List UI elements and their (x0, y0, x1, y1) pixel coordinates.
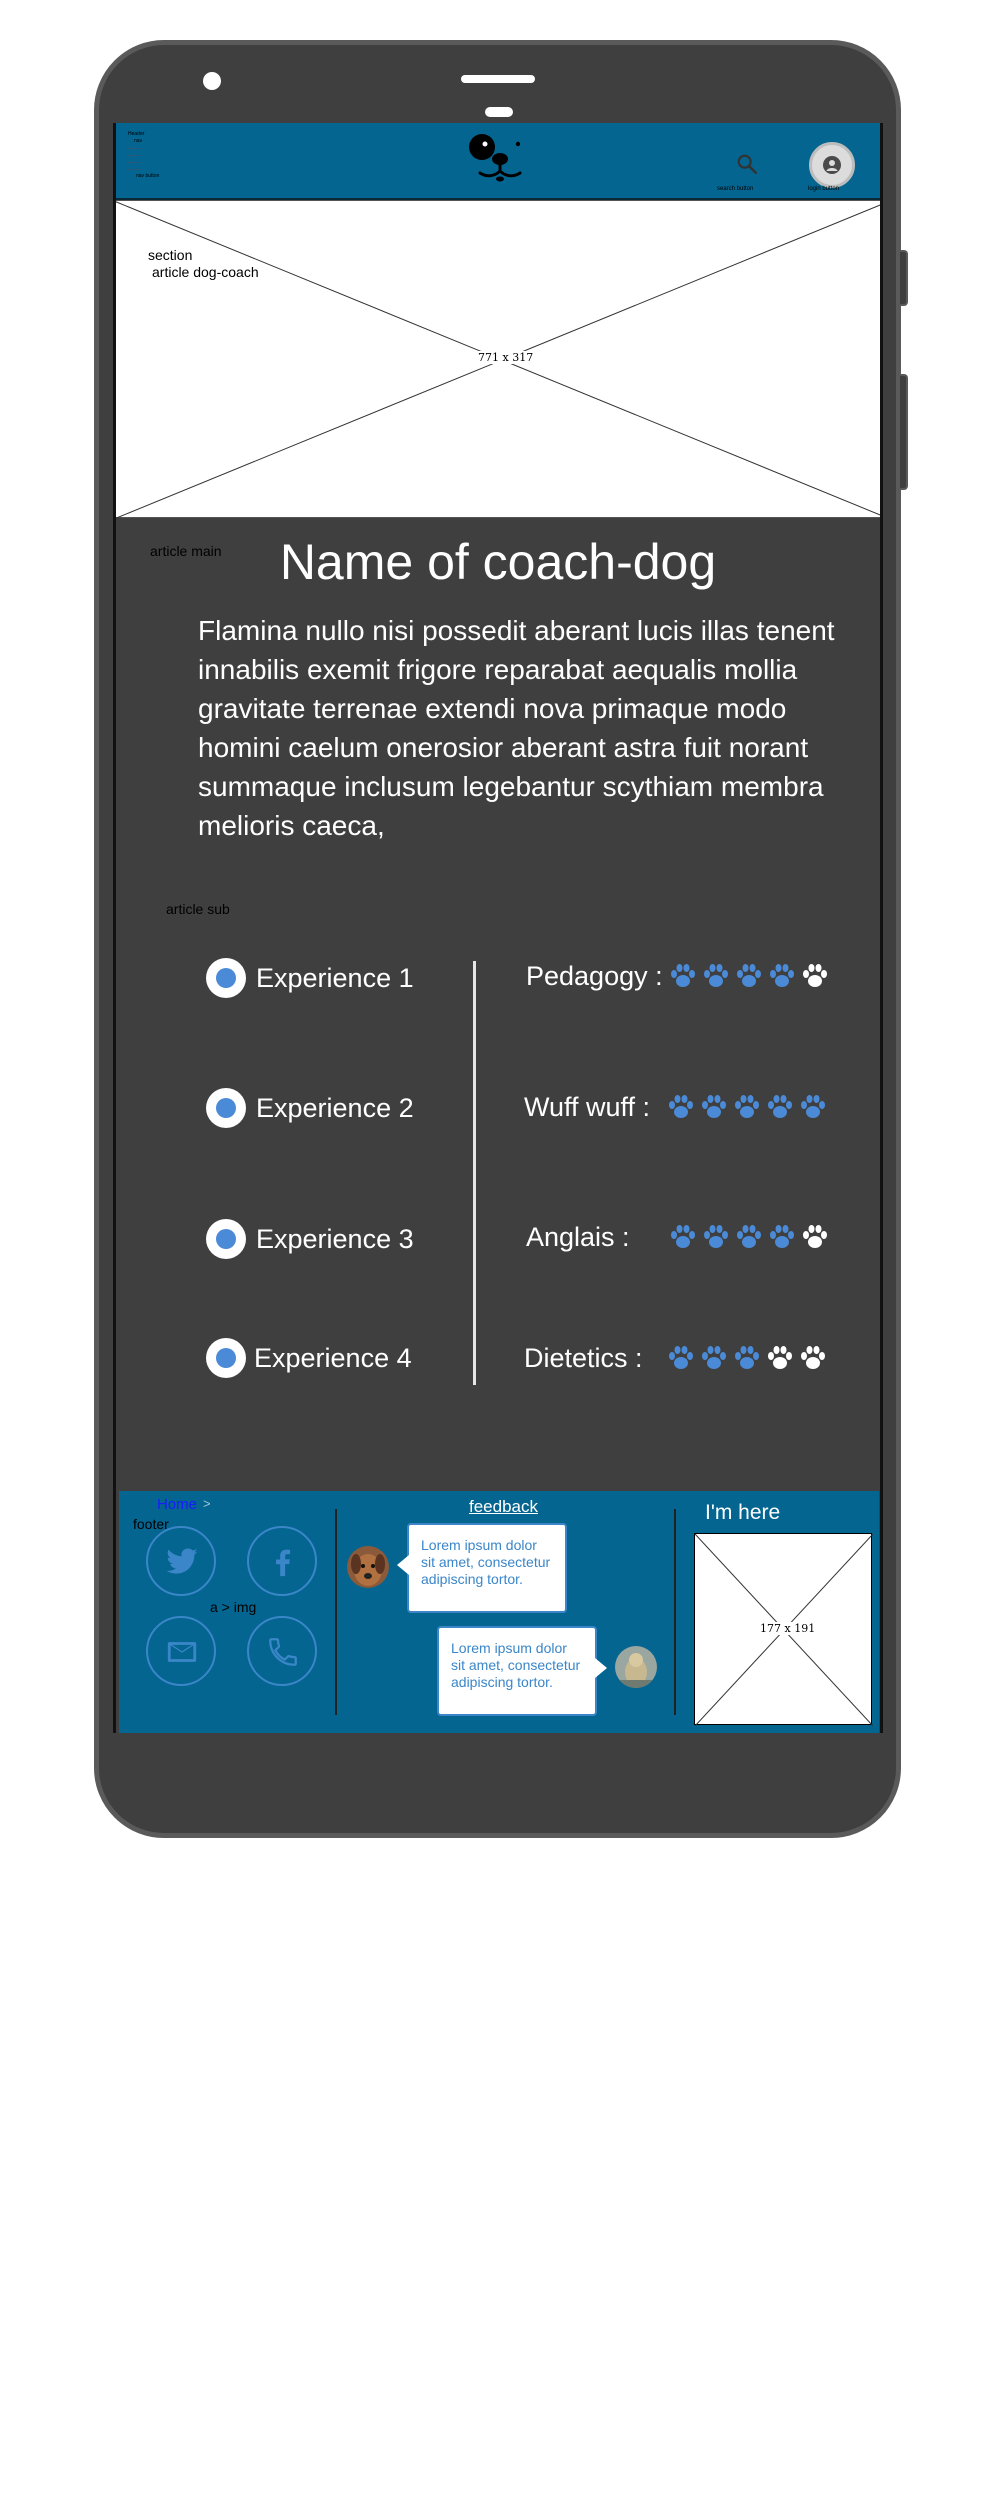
experience-skills-divider (473, 961, 476, 1385)
phone-button[interactable] (247, 1616, 317, 1686)
nav-item[interactable]: .......... (128, 145, 188, 152)
earpiece-speaker (461, 75, 535, 83)
paw-icon-filled (735, 1346, 759, 1369)
nav-header-label: Header (128, 131, 145, 137)
feedback-bubble: Lorem ipsum dolor sit amet, consectetur … (397, 1523, 567, 1613)
front-camera (203, 72, 221, 90)
paw-icon-empty (801, 1346, 825, 1369)
social-caption: a > img (210, 1599, 257, 1615)
twitter-icon (166, 1548, 198, 1574)
volume-up-button (900, 250, 908, 306)
footer-divider (335, 1509, 337, 1715)
account-icon (823, 156, 841, 174)
map-size-label: 177 x 191 (758, 1622, 818, 1635)
phone-icon (269, 1638, 297, 1666)
home-link[interactable]: Home (157, 1496, 197, 1513)
article-sub-label: article sub (166, 901, 230, 917)
paw-rating (667, 1093, 827, 1121)
paw-icon-filled (702, 1095, 726, 1118)
skill-name: Dietetics : (524, 1342, 643, 1373)
radio-button[interactable] (206, 1088, 246, 1128)
feedback-text: Lorem ipsum dolor sit amet, consectetur … (421, 1537, 551, 1587)
skill-name: Wuff wuff : (524, 1091, 651, 1122)
coach-description: Flamina nullo nisi possedit aberant luci… (198, 615, 835, 841)
skill-name: Pedagogy : (526, 960, 663, 991)
experience-label: Experience 1 (256, 962, 414, 993)
skill-row-wuff-wuff: Wuff wuff : (524, 1087, 864, 1127)
login-button-label: login button (808, 186, 840, 192)
login-button[interactable] (809, 142, 855, 188)
radio-button[interactable] (206, 1219, 246, 1259)
paw-rating (667, 1344, 827, 1372)
mail-icon (167, 1642, 197, 1662)
user-avatar (615, 1646, 657, 1688)
article-dog-coach-label: article dog-coach (152, 264, 259, 280)
experience-label: Experience 3 (256, 1223, 414, 1254)
paw-icon-empty (803, 1225, 827, 1248)
paw-icon-filled (669, 1346, 693, 1369)
search-icon[interactable] (736, 153, 758, 175)
paw-icon-empty (768, 1346, 792, 1369)
paw-icon-filled (801, 1095, 825, 1118)
mail-button[interactable] (146, 1616, 216, 1686)
experience-item[interactable]: Experience 4 (206, 1338, 412, 1378)
nav-item[interactable]: .......... (128, 159, 188, 166)
nav-menu[interactable]: Header nav .......... .......... .......… (128, 131, 188, 180)
paw-icon-filled (671, 964, 695, 987)
section-label: section (148, 247, 193, 263)
breadcrumb-separator: > (203, 1496, 211, 1511)
paw-icon-filled (671, 1225, 695, 1248)
twitter-button[interactable] (146, 1526, 216, 1596)
feedback-text: Lorem ipsum dolor sit amet, consectetur … (451, 1640, 581, 1690)
coach-image-placeholder: section article dog-coach 771 x 317 (116, 200, 880, 519)
paw-icon-filled (735, 1095, 759, 1118)
feedback-link[interactable]: feedback (469, 1497, 538, 1517)
paw-icon-filled (702, 1346, 726, 1369)
experience-item[interactable]: Experience 1 (206, 958, 414, 998)
paw-rating (669, 1223, 829, 1251)
experience-item[interactable]: Experience 3 (206, 1219, 414, 1259)
experience-label: Experience 2 (256, 1092, 414, 1123)
map-title: I'm here (705, 1501, 781, 1524)
nav-item[interactable]: .......... (128, 166, 188, 173)
paw-icon-filled (768, 1095, 792, 1118)
nav-item[interactable]: .......... (128, 152, 188, 159)
paw-icon-filled (737, 1225, 761, 1248)
paw-icon-filled (770, 1225, 794, 1248)
facebook-icon (276, 1549, 291, 1577)
skill-row-dietetics: Dietetics : (524, 1338, 864, 1378)
skill-name: Anglais : (526, 1221, 630, 1252)
paw-icon-filled (704, 1225, 728, 1248)
paw-rating (669, 962, 829, 990)
nav-label: nav (134, 138, 143, 144)
radio-button[interactable] (206, 958, 246, 998)
header: Header nav .......... .......... .......… (116, 123, 880, 200)
dog-logo-icon[interactable] (466, 133, 528, 187)
nav-button[interactable]: nav button (128, 173, 188, 180)
facebook-button[interactable] (247, 1526, 317, 1596)
screen: Header nav .......... .......... .......… (113, 123, 883, 1733)
image-size-label: 771 x 317 (476, 351, 536, 364)
paw-icon-filled (704, 964, 728, 987)
feedback-bubble: Lorem ipsum dolor sit amet, consectetur … (437, 1626, 607, 1716)
footer-divider (674, 1509, 676, 1715)
experience-label: Experience 4 (254, 1342, 412, 1373)
search-button-label: search button (717, 186, 754, 192)
paw-icon-filled (669, 1095, 693, 1118)
power-button (900, 374, 908, 490)
map-placeholder[interactable]: 177 x 191 (694, 1533, 873, 1726)
coach-name-title: Name of coach-dog (279, 534, 717, 590)
skill-row-pedagogy: Pedagogy : (526, 956, 866, 996)
experience-item[interactable]: Experience 2 (206, 1088, 414, 1128)
paw-icon-filled (737, 964, 761, 987)
paw-icon-empty (803, 964, 827, 987)
paw-icon-filled (770, 964, 794, 987)
footer: Home > footer a > img feedback Lorem ips… (119, 1491, 879, 1733)
radio-button[interactable] (206, 1338, 246, 1378)
dog-avatar (347, 1546, 389, 1588)
skill-row-anglais: Anglais : (526, 1217, 866, 1257)
proximity-sensor (485, 107, 513, 117)
